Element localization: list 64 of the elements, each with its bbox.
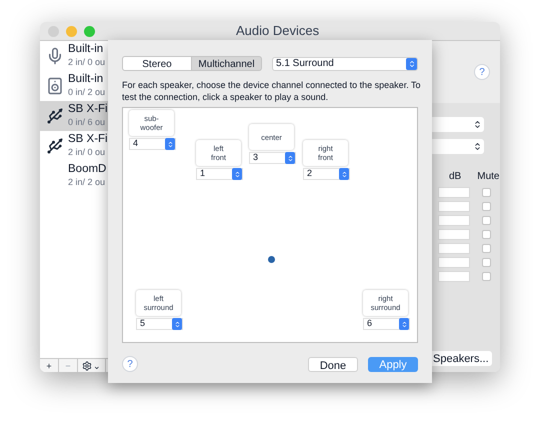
device-channels: 0 in/ 2 ou [68, 86, 106, 99]
settings-icon [82, 361, 92, 371]
device-channels: 0 in/ 6 ou [68, 116, 106, 129]
tab[interactable]: Stereo [122, 56, 192, 71]
mute-checkbox[interactable] [482, 244, 491, 253]
done-button[interactable]: Done [308, 356, 358, 372]
zoom-button[interactable] [84, 26, 95, 36]
device-channels: 2 in/ 2 ou [68, 176, 106, 189]
channel-popup[interactable]: 2 [303, 168, 350, 180]
popup-arrows-icon [473, 120, 482, 129]
popup-arrows-icon [232, 168, 242, 180]
db-field[interactable] [438, 257, 470, 268]
device-name: SB X-Fi [68, 103, 108, 116]
device-item[interactable]: Built-in 0 in/ 2 ou [40, 71, 108, 101]
db-field[interactable] [438, 243, 470, 254]
microphone-icon [46, 45, 64, 67]
channel-popup[interactable]: 5 [136, 318, 183, 330]
speaker-icon [46, 75, 64, 97]
popup-arrows-icon [172, 318, 182, 330]
channel-popup[interactable]: 4 [129, 138, 176, 150]
column-header: Mute [477, 170, 500, 184]
action-menu-button[interactable]: ⌄ [78, 359, 106, 372]
column-header: dB [449, 170, 462, 184]
mute-checkbox[interactable] [482, 258, 491, 267]
mute-checkbox[interactable] [482, 216, 491, 225]
popup-arrows-icon [285, 152, 295, 164]
popup-button[interactable] [432, 139, 484, 154]
help-button[interactable]: ? [122, 356, 138, 372]
mute-checkbox[interactable] [482, 188, 491, 197]
device-name: SB X-Fi [68, 133, 108, 146]
popup-arrows-icon [399, 318, 409, 330]
popup-arrows-icon [406, 58, 417, 70]
device-item[interactable]: Built-in 2 in/ 0 ou [40, 41, 108, 71]
device-channels: 2 in/ 0 ou [68, 56, 106, 69]
popup-button[interactable] [432, 117, 484, 132]
instructions-text: For each speaker, choose the device channel connected to the speaker. To test the connection, click a speaker to play a sound. [122, 79, 422, 103]
speakers-button[interactable]: Speakers... [432, 351, 492, 366]
device-name: Built-in [68, 73, 104, 86]
add-button[interactable]: + [40, 359, 59, 372]
popup-arrows-icon [339, 168, 349, 180]
layout-popup[interactable]: 5.1 Surround [272, 56, 418, 70]
popup-arrows-icon [473, 142, 482, 151]
device-item[interactable]: SB X-Fi 2 in/ 0 ou [40, 131, 108, 161]
mute-checkbox[interactable] [482, 230, 491, 239]
minimize-button[interactable] [66, 26, 77, 36]
window-title: Audio Devices [236, 22, 320, 40]
popup-arrows-icon [165, 138, 175, 150]
device-channels: 2 in/ 0 ou [68, 146, 106, 159]
db-field[interactable] [438, 271, 470, 282]
channel-popup[interactable]: 1 [196, 168, 243, 180]
tab[interactable]: Multichannel [192, 56, 262, 71]
device-name: BoomD [68, 163, 106, 176]
db-field[interactable] [438, 215, 470, 226]
channel-popup[interactable]: 3 [249, 152, 296, 164]
mute-checkbox[interactable] [482, 202, 491, 211]
channel-popup[interactable]: 6 [363, 318, 410, 330]
db-field[interactable] [438, 229, 470, 240]
mute-checkbox[interactable] [482, 272, 491, 281]
device-name: Built-in [68, 43, 104, 56]
device-item[interactable]: BoomD 2 in/ 2 ou [40, 161, 108, 191]
help-button[interactable]: ? [474, 64, 490, 80]
db-field[interactable] [438, 187, 470, 198]
device-item[interactable]: SB X-Fi 0 in/ 6 ou [40, 101, 108, 131]
db-field[interactable] [438, 201, 470, 212]
